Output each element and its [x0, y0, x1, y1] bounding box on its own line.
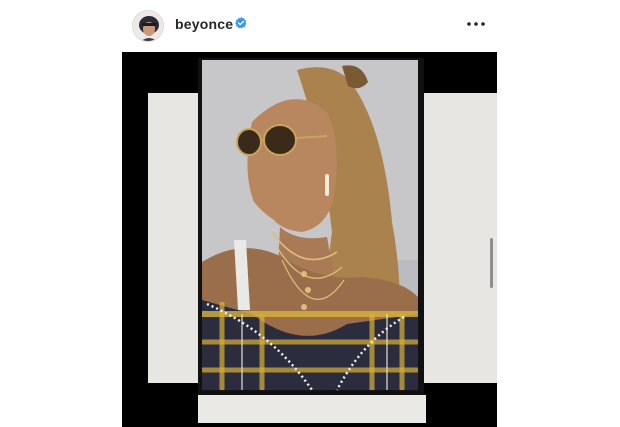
post-header: beyonce — [122, 6, 497, 46]
verified-badge-icon — [235, 17, 247, 29]
photo-content — [122, 52, 497, 427]
post-photo[interactable] — [122, 52, 497, 427]
author-username[interactable]: beyonce — [175, 16, 233, 32]
more-options-icon[interactable] — [465, 15, 487, 33]
avatar-image — [133, 11, 163, 41]
profile-avatar[interactable] — [132, 10, 164, 42]
feed-scrollbar[interactable] — [490, 238, 493, 288]
instagram-post: beyonce — [122, 0, 497, 427]
